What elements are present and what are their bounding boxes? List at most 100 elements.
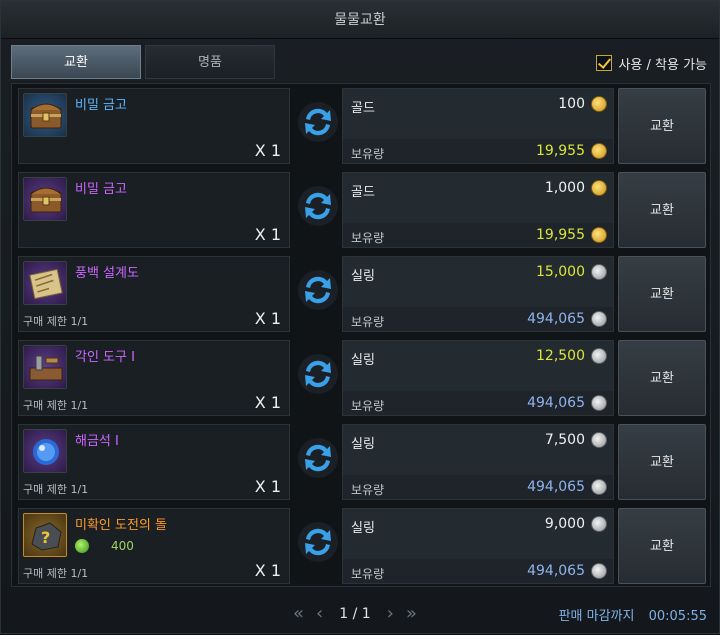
- item-quantity: X 1: [254, 561, 281, 580]
- tab-exchange[interactable]: 교환: [11, 45, 141, 79]
- silver-coin-icon: [591, 432, 607, 448]
- gold-coin-icon: [591, 227, 607, 243]
- purchase-limit: 구매 제한 1/1: [23, 483, 89, 496]
- item-quantity: X 1: [254, 309, 281, 328]
- exchange-button[interactable]: 교환: [618, 256, 706, 332]
- page-indicator: 1 / 1: [339, 605, 371, 622]
- last-page-button[interactable]: »: [406, 603, 417, 624]
- held-amount: 494,065: [527, 395, 607, 411]
- unknown-stone-icon: ?: [23, 513, 67, 557]
- held-amount: 494,065: [527, 563, 607, 579]
- usable-filter-checkbox[interactable]: [596, 55, 613, 71]
- price-value: 12,500: [536, 348, 585, 364]
- purchase-limit: 구매 제한 1/1: [23, 399, 89, 412]
- usable-filter[interactable]: 사용 / 착용 가능: [596, 53, 707, 73]
- exchange-button[interactable]: 교환: [618, 340, 706, 416]
- exchange-arrows-icon: [294, 350, 342, 398]
- item-quantity: X 1: [254, 477, 281, 496]
- held-amount: 19,955: [536, 227, 607, 243]
- price-value: 9,000: [544, 516, 585, 532]
- exchange-arrows-icon: [294, 518, 342, 566]
- item-name: 비밀 금고: [75, 98, 127, 113]
- currency-name: 골드: [351, 101, 375, 116]
- currency-name: 실링: [351, 437, 375, 452]
- price-value: 15,000: [536, 264, 585, 280]
- exchange-button[interactable]: 교환: [618, 88, 706, 164]
- held-amount: 494,065: [527, 479, 607, 495]
- price: 12,500: [536, 348, 607, 364]
- blueprint-scroll-icon: [23, 261, 67, 305]
- tab-premium[interactable]: 명품: [145, 45, 275, 79]
- price-value: 100: [558, 96, 585, 112]
- item-quantity: X 1: [254, 393, 281, 412]
- gold-coin-icon: [591, 143, 607, 159]
- barter-window: 물물교환 교환 명품 사용 / 착용 가능 비밀 금고 X 1 골드 100 보…: [0, 0, 720, 634]
- purchase-limit: 구매 제한 1/1: [23, 567, 89, 580]
- sale-deadline: 판매 마감까지 00:05:55: [559, 605, 707, 624]
- purchase-limit: 구매 제한 1/1: [23, 315, 89, 328]
- gold-coin-icon: [591, 180, 607, 196]
- currency-name: 골드: [351, 185, 375, 200]
- exchange-row: ? 미확인 도전의 돌 400 구매 제한 1/1 X 1 실링 9,000 보…: [12, 504, 710, 586]
- crystal-orb-icon: [23, 429, 67, 473]
- exchange-row: 해금석 I 구매 제한 1/1 X 1 실링 7,500 보유량 494,065…: [12, 420, 710, 502]
- item-quantity: X 1: [254, 225, 281, 244]
- cost-panel: 실링 15,000 보유량 494,065: [342, 256, 614, 332]
- held-amount: 19,955: [536, 143, 607, 159]
- cost-panel: 실링 7,500 보유량 494,065: [342, 424, 614, 500]
- item-panel: 비밀 금고 X 1: [18, 172, 290, 248]
- treasure-chest-icon: [23, 93, 67, 137]
- item-panel: 풍백 설계도 구매 제한 1/1 X 1: [18, 256, 290, 332]
- next-page-button[interactable]: ›: [387, 603, 394, 624]
- silver-coin-icon: [591, 395, 607, 411]
- exchange-arrows-icon: [294, 266, 342, 314]
- item-name: 각인 도구 I: [75, 350, 135, 365]
- exchange-arrows-icon: [294, 98, 342, 146]
- silver-coin-icon: [591, 479, 607, 495]
- held-value: 494,065: [527, 311, 585, 327]
- usable-filter-label: 사용 / 착용 가능: [618, 57, 707, 73]
- held-value: 494,065: [527, 395, 585, 411]
- currency-name: 실링: [351, 521, 375, 536]
- held-label: 보유량: [351, 231, 385, 245]
- held-value: 494,065: [527, 479, 585, 495]
- price-value: 1,000: [544, 180, 585, 196]
- price-value: 7,500: [544, 432, 585, 448]
- held-label: 보유량: [351, 315, 385, 329]
- item-name: 미확인 도전의 돌: [75, 518, 167, 533]
- exchange-button[interactable]: 교환: [618, 172, 706, 248]
- currency-name: 실링: [351, 269, 375, 284]
- item-panel: 해금석 I 구매 제한 1/1 X 1: [18, 424, 290, 500]
- cost-panel: 실링 12,500 보유량 494,065: [342, 340, 614, 416]
- currency-name: 실링: [351, 353, 375, 368]
- item-name: 비밀 금고: [75, 182, 127, 197]
- held-label: 보유량: [351, 147, 385, 161]
- treasure-chest-icon: [23, 177, 67, 221]
- cost-panel: 골드 100 보유량 19,955: [342, 88, 614, 164]
- price: 1,000: [545, 180, 607, 196]
- held-label: 보유량: [351, 567, 385, 581]
- held-amount: 494,065: [527, 311, 607, 327]
- item-sub-value-text: 400: [111, 539, 134, 553]
- exchange-button[interactable]: 교환: [618, 508, 706, 584]
- silver-coin-icon: [591, 516, 607, 532]
- item-sub-value: 400: [75, 539, 134, 553]
- engraving-tool-icon: [23, 345, 67, 389]
- item-name: 해금석 I: [75, 434, 119, 449]
- svg-text:?: ?: [41, 528, 50, 547]
- deadline-label: 판매 마감까지: [558, 609, 635, 624]
- window-title: 물물교환: [1, 1, 719, 39]
- prev-page-button[interactable]: ‹: [316, 603, 323, 624]
- footer: « ‹ 1 / 1 › » 판매 마감까지 00:05:55: [1, 593, 719, 635]
- price: 100: [558, 96, 607, 112]
- pagination: « ‹ 1 / 1 › »: [287, 603, 423, 624]
- first-page-button[interactable]: «: [293, 603, 304, 624]
- price: 15,000: [536, 264, 607, 280]
- silver-coin-icon: [591, 311, 607, 327]
- exchange-button[interactable]: 교환: [618, 424, 706, 500]
- item-panel: ? 미확인 도전의 돌 400 구매 제한 1/1 X 1: [18, 508, 290, 584]
- gold-coin-icon: [591, 96, 607, 112]
- price: 7,500: [545, 432, 607, 448]
- held-value: 494,065: [527, 563, 585, 579]
- silver-coin-icon: [591, 563, 607, 579]
